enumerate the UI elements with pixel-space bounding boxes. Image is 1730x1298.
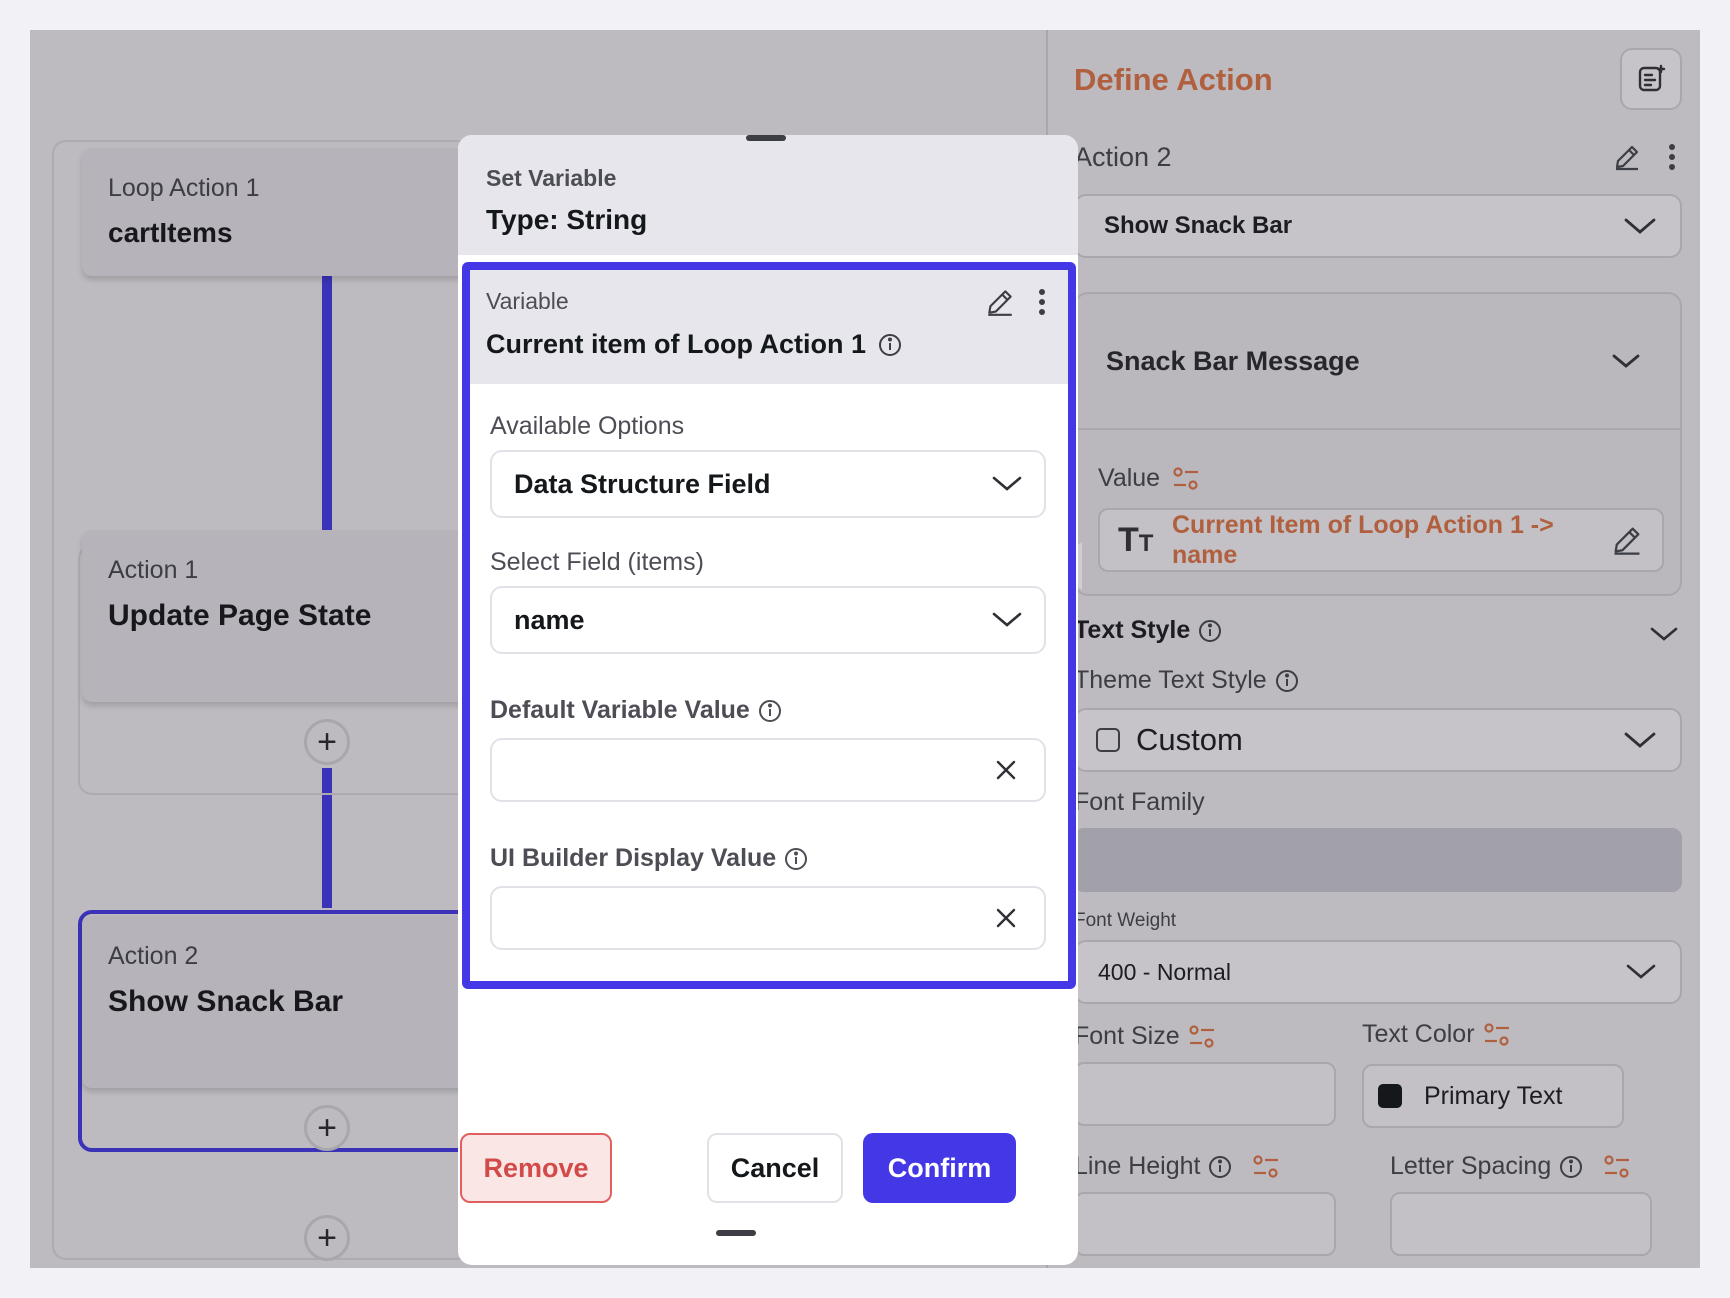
select-field-label: Select Field (items) (490, 548, 704, 576)
info-icon (758, 699, 782, 723)
variable-settings-icon[interactable] (1483, 1022, 1511, 1048)
chevron-down-icon (1612, 353, 1640, 369)
loop-action-node[interactable]: Loop Action 1 cartItems (82, 148, 482, 276)
cancel-button[interactable]: Cancel (707, 1133, 843, 1203)
action-type-value: Show Snack Bar (1104, 212, 1293, 239)
select-field-value: name (514, 604, 585, 635)
select-field-select[interactable]: name (490, 586, 1046, 654)
edit-icon[interactable] (1612, 142, 1642, 172)
more-vertical-icon[interactable] (1668, 143, 1676, 171)
add-action-button[interactable]: + (304, 719, 350, 765)
drag-handle[interactable] (716, 1230, 756, 1236)
variable-settings-icon[interactable] (1252, 1154, 1280, 1180)
flow-connector (322, 275, 332, 557)
ui-builder-display-label: UI Builder Display Value (490, 844, 777, 872)
action-type-select[interactable]: Show Snack Bar (1074, 194, 1682, 258)
info-icon (1208, 1155, 1232, 1179)
modal-subtitle: Set Variable (486, 165, 617, 191)
value-text: Current Item of Loop Action 1 -> name (1172, 511, 1554, 569)
chevron-down-icon (1624, 217, 1656, 235)
font-weight-select[interactable]: 400 - Normal (1074, 940, 1682, 1004)
font-weight-value: 400 - Normal (1098, 958, 1231, 985)
notes-add-icon (1635, 63, 1667, 95)
info-icon (1198, 619, 1222, 643)
node-label: Action 2 (108, 942, 199, 970)
available-options-label: Available Options (490, 412, 685, 440)
value-label: Value (1098, 464, 1161, 492)
more-vertical-icon[interactable] (1038, 288, 1046, 316)
panel-title: Define Action (1074, 62, 1273, 97)
available-options-select[interactable]: Data Structure Field (490, 450, 1046, 518)
default-value-label: Default Variable Value (490, 696, 750, 724)
set-variable-modal: Set Variable Type: String Variable Curre… (458, 135, 1078, 1265)
action-name: Action 2 (1074, 142, 1172, 172)
chevron-down-icon (1626, 963, 1656, 981)
info-icon (1559, 1155, 1583, 1179)
theme-text-style-label: Theme Text Style (1074, 666, 1267, 694)
clear-icon[interactable] (996, 760, 1016, 780)
node-label: Action 1 (108, 556, 199, 584)
ui-builder-display-input[interactable] (490, 886, 1046, 950)
confirm-button[interactable]: Confirm (863, 1133, 1016, 1203)
line-height-label: Line Height (1074, 1152, 1201, 1180)
text-color-label: Text Color (1362, 1020, 1475, 1048)
modal-title: Type: String (486, 204, 648, 235)
letter-spacing-label: Letter Spacing (1390, 1152, 1552, 1180)
chevron-down-icon (992, 475, 1022, 493)
font-family-field[interactable] (1074, 828, 1682, 892)
node-title: Show Snack Bar (108, 985, 344, 1018)
app-frame: Loop Action 1 cartItems Action 1 Update … (30, 30, 1700, 1268)
edit-icon[interactable] (1610, 523, 1644, 557)
node-label: Loop Action 1 (108, 174, 260, 202)
theme-text-style-select[interactable]: Custom (1074, 708, 1682, 772)
variable-settings-icon[interactable] (1172, 466, 1200, 492)
info-icon (878, 333, 902, 357)
remove-button[interactable]: Remove (460, 1133, 612, 1203)
info-icon (784, 847, 808, 871)
font-family-label: Font Family (1074, 788, 1205, 816)
text-style-label: Text Style (1074, 616, 1191, 644)
chevron-down-icon (1624, 731, 1656, 749)
snackbar-section-header[interactable]: Snack Bar Message (1076, 294, 1680, 430)
chevron-down-icon[interactable] (1650, 626, 1678, 642)
variable-settings-icon[interactable] (1188, 1024, 1216, 1050)
checkbox-icon (1096, 728, 1120, 752)
info-icon (1275, 669, 1299, 693)
clear-icon[interactable] (996, 908, 1016, 928)
variable-config-box: Variable Current item of Loop Action 1 A… (462, 262, 1076, 989)
node-title: Update Page State (108, 599, 372, 632)
font-size-field[interactable] (1074, 1062, 1336, 1126)
modal-header: Set Variable Type: String (458, 135, 1078, 255)
variable-settings-icon[interactable] (1603, 1154, 1631, 1180)
color-swatch (1378, 1084, 1402, 1108)
chevron-down-icon (992, 611, 1022, 629)
variable-name: Current item of Loop Action 1 (486, 329, 866, 359)
snackbar-message-card: Snack Bar Message Value TT Current Item … (1074, 292, 1682, 596)
letter-spacing-field[interactable] (1390, 1192, 1652, 1256)
notes-button[interactable] (1620, 48, 1682, 110)
action2-node[interactable]: Action 2 Show Snack Bar (82, 916, 482, 1088)
text-color-field[interactable]: Primary Text (1362, 1064, 1624, 1128)
variable-label: Variable (486, 288, 569, 314)
text-color-value: Primary Text (1424, 1081, 1563, 1110)
theme-text-style-value: Custom (1136, 722, 1243, 757)
font-size-label: Font Size (1074, 1022, 1180, 1050)
snackbar-section-title: Snack Bar Message (1106, 345, 1360, 376)
text-type-icon: TT (1118, 520, 1154, 559)
variable-header: Variable Current item of Loop Action 1 (470, 270, 1068, 384)
action1-node[interactable]: Action 1 Update Page State (82, 530, 482, 702)
value-field[interactable]: TT Current Item of Loop Action 1 -> name (1098, 508, 1664, 572)
drag-handle[interactable] (746, 135, 786, 141)
add-action-button[interactable]: + (304, 1105, 350, 1151)
line-height-field[interactable] (1074, 1192, 1336, 1256)
node-title: cartItems (108, 217, 233, 248)
edit-icon[interactable] (984, 286, 1016, 318)
define-action-panel: Define Action Action 2 Show Snack Bar Sn… (1046, 30, 1700, 1268)
available-options-value: Data Structure Field (514, 468, 771, 499)
default-value-input[interactable] (490, 738, 1046, 802)
font-weight-label: Font Weight (1074, 910, 1177, 931)
add-action-button[interactable]: + (304, 1215, 350, 1261)
